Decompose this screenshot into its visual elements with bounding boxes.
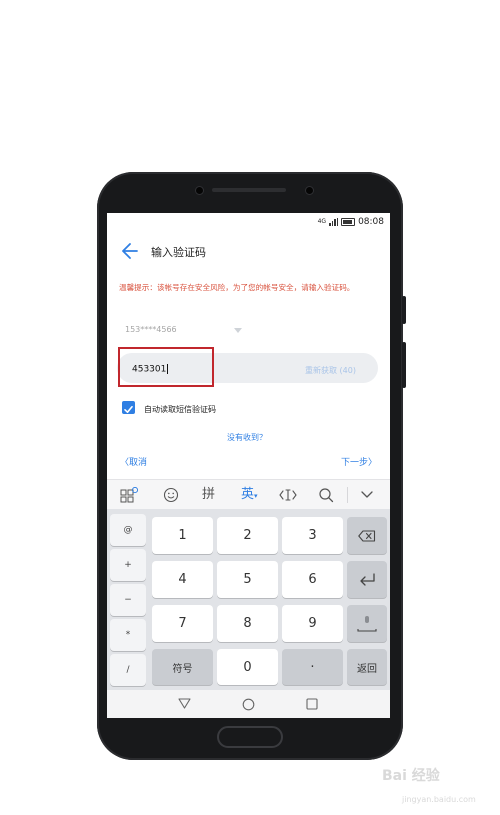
key-2[interactable]: 2: [217, 517, 278, 554]
key-9[interactable]: 9: [282, 605, 343, 642]
key-5[interactable]: 5: [217, 561, 278, 598]
key-4[interactable]: 4: [152, 561, 213, 598]
grid-menu-icon[interactable]: [120, 487, 138, 503]
watermark-url: jingyan.baidu.com: [402, 795, 476, 804]
watermark: Bai 经验: [382, 768, 440, 784]
key-plus[interactable]: +: [110, 549, 146, 581]
next-step-button[interactable]: 下一步〉: [341, 455, 377, 468]
collapse-keyboard-icon[interactable]: [361, 490, 373, 500]
key-1[interactable]: 1: [152, 517, 213, 554]
front-camera-icon: [196, 187, 203, 194]
caret-icon: ▾: [254, 492, 258, 500]
page-title: 输入验证码: [151, 246, 206, 259]
status-bar: 4G 08:08: [318, 217, 384, 227]
enter-icon: [360, 572, 375, 586]
nav-recents-icon[interactable]: [306, 698, 318, 710]
backspace-key[interactable]: [347, 517, 387, 554]
key-dot[interactable]: ·: [282, 649, 343, 685]
battery-icon: [341, 218, 356, 226]
symbols-key[interactable]: 符号: [152, 649, 213, 685]
backspace-icon: [358, 529, 376, 542]
phone-screen: 4G 08:08 输入验证码 温馨提示：该帐号存在安全风险，为了您的帐号安全，请…: [107, 213, 390, 718]
pinyin-mode-button[interactable]: 拼: [202, 487, 215, 503]
chevron-right-icon: 〉: [367, 458, 377, 468]
chevron-down-icon[interactable]: [234, 328, 242, 333]
key-0[interactable]: 0: [217, 649, 278, 685]
english-mode-button[interactable]: 英▾: [241, 487, 258, 504]
highlight-annotation: [118, 347, 214, 387]
toolbar-divider: [347, 487, 348, 503]
chevron-left-icon: 〈: [120, 458, 130, 468]
status-time: 08:08: [358, 217, 384, 227]
keyboard-toolbar: 拼 英▾: [107, 479, 390, 511]
power-button: [402, 342, 406, 388]
back-arrow-icon[interactable]: [121, 241, 139, 261]
home-button[interactable]: [217, 726, 283, 748]
key-minus[interactable]: −: [110, 584, 146, 616]
key-slash[interactable]: /: [110, 654, 146, 686]
enter-key[interactable]: [347, 561, 387, 598]
return-key[interactable]: 返回: [347, 649, 387, 685]
search-icon[interactable]: [318, 487, 334, 503]
signal-icon: [329, 218, 339, 226]
system-navigation-bar: [107, 690, 390, 718]
voice-input-key[interactable]: [347, 605, 387, 642]
resend-button[interactable]: 重新获取 (40): [305, 365, 356, 376]
network-type: 4G: [317, 218, 327, 225]
check-icon: [124, 406, 133, 413]
earpiece-speaker: [212, 188, 286, 192]
key-3[interactable]: 3: [282, 517, 343, 554]
sensor-icon: [306, 187, 313, 194]
nav-back-icon[interactable]: [178, 698, 191, 709]
cancel-button[interactable]: 〈取消: [120, 455, 147, 468]
auto-read-label: 自动读取短信验证码: [144, 405, 216, 414]
nav-home-icon[interactable]: [242, 698, 255, 711]
phone-number: 153****4566: [125, 325, 177, 334]
key-at[interactable]: @: [110, 514, 146, 546]
cursor-move-icon[interactable]: [279, 487, 297, 503]
key-7[interactable]: 7: [152, 605, 213, 642]
title-bar: 输入验证码: [107, 241, 390, 263]
emoji-icon[interactable]: [163, 487, 179, 503]
key-8[interactable]: 8: [217, 605, 278, 642]
security-warning: 温馨提示：该帐号存在安全风险，为了您的帐号安全，请输入验证码。: [119, 283, 355, 292]
numeric-keypad: @ + − * / 1 2 3 4 5 6 7 8 9 符号 0 · 返回: [107, 509, 390, 690]
key-asterisk[interactable]: *: [110, 619, 146, 651]
key-6[interactable]: 6: [282, 561, 343, 598]
microphone-icon: [357, 615, 377, 632]
volume-button: [402, 296, 406, 324]
auto-read-checkbox[interactable]: [122, 401, 135, 414]
not-received-link[interactable]: 没有收到？: [227, 432, 267, 443]
